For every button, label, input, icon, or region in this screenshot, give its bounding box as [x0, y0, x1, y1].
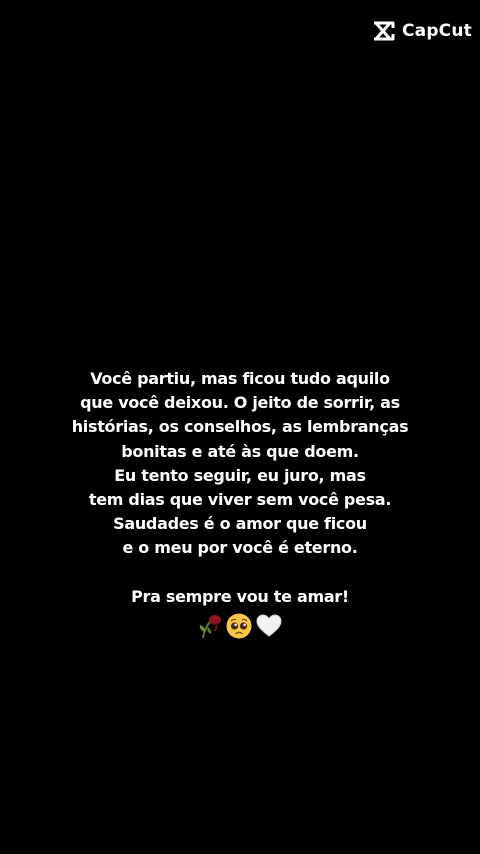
caption-line: histórias, os conselhos, as lembranças — [71, 417, 409, 437]
caption-line: que você deixou. O jeito de sorrir, as — [80, 393, 400, 413]
caption-text-block: Você partiu, mas ficou tudo aquilo que v… — [40, 367, 440, 641]
caption-line: Saudades é o amor que ficou — [113, 514, 367, 534]
capcut-watermark: CapCut — [372, 20, 472, 42]
caption-line: tem dias que viver sem você pesa. — [88, 490, 392, 510]
pleading-face-icon — [225, 612, 253, 640]
white-heart-icon — [255, 612, 283, 640]
caption-line: e o meu por você é eterno. — [122, 538, 358, 558]
caption-line: bonitas e até às que doem. — [121, 441, 359, 461]
caption-line: Eu tento seguir, eu juro, mas — [114, 465, 366, 485]
emoji-row — [40, 611, 440, 641]
capcut-brand-text: CapCut — [401, 21, 472, 41]
wilted-rose-icon — [197, 612, 223, 640]
caption-closing-line: Pra sempre vou te amar! — [131, 586, 349, 606]
caption-line: Você partiu, mas ficou tudo aquilo — [90, 369, 390, 388]
capcut-logo-icon — [372, 20, 397, 42]
